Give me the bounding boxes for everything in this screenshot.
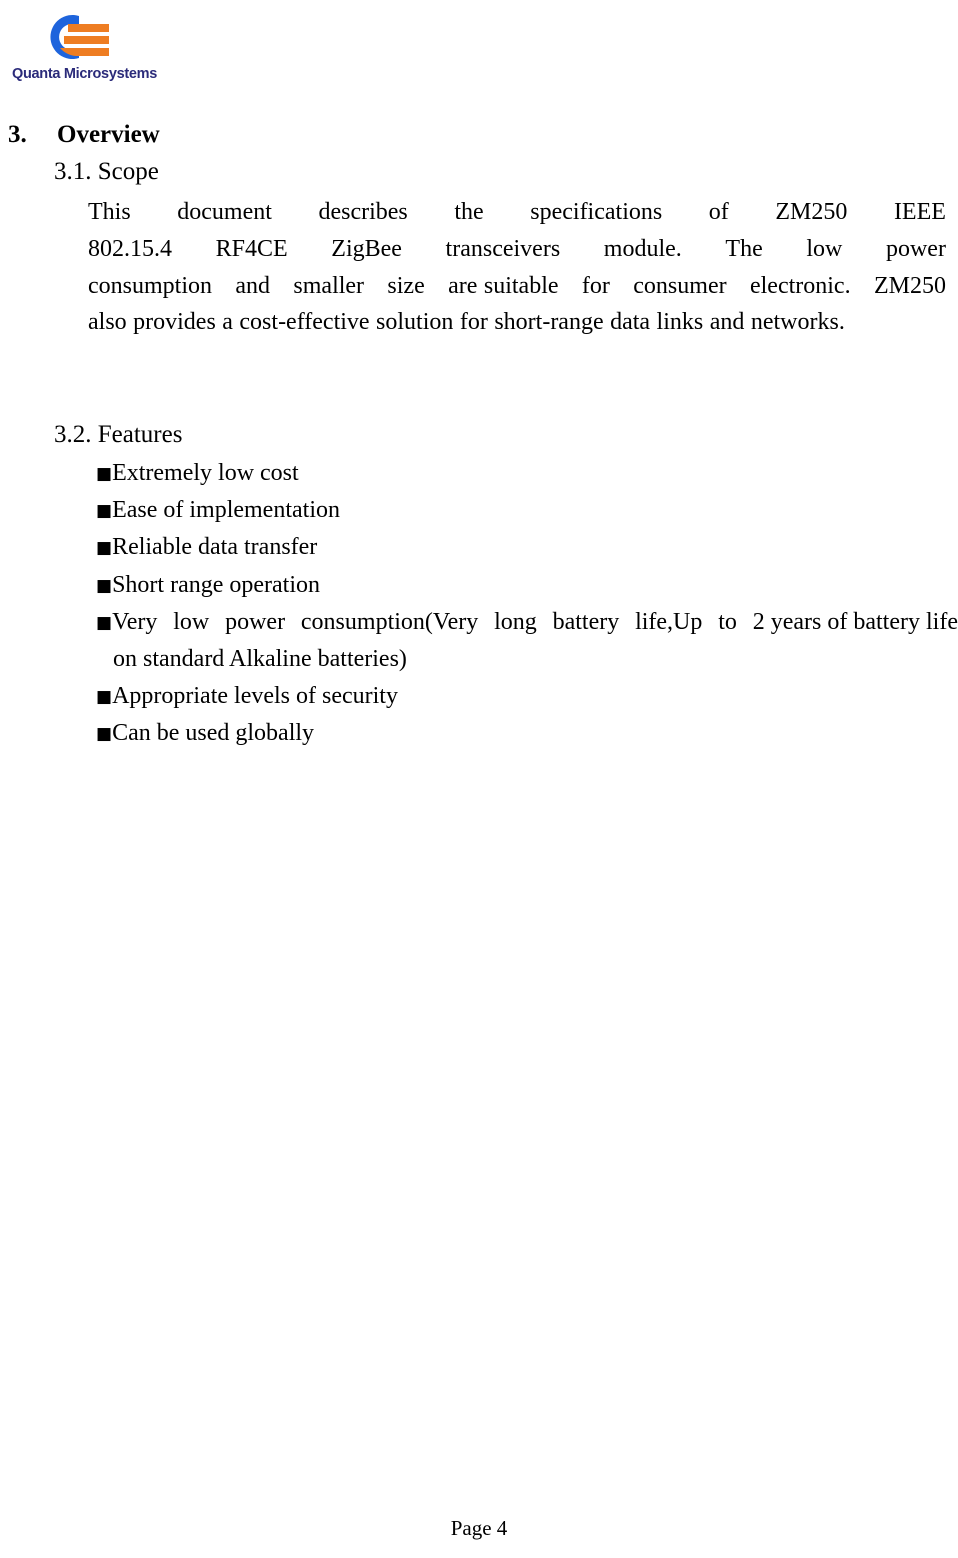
square-bullet-icon: ■ [96, 612, 113, 633]
list-item-label: Appropriate levels of security [112, 683, 398, 710]
word: IEEE [893, 199, 946, 225]
list-item: ■Ease of implementation [96, 492, 958, 529]
word: Very [112, 608, 158, 635]
word: The [725, 235, 763, 262]
square-bullet-icon: ■ [96, 464, 113, 484]
list-item: ■Very low power consumption(Very long ba… [96, 604, 958, 678]
word: specifications [530, 199, 663, 225]
scope-line-2: 802.15.4 RF4CE ZigBee transceivers modul… [88, 231, 946, 268]
word: module. [603, 235, 682, 262]
word: power [225, 608, 286, 635]
word: and [235, 272, 271, 299]
scope-heading: 3.1. Scope [54, 158, 159, 185]
word: ZM250 [873, 272, 946, 299]
list-item: ■Extremely low cost [96, 455, 958, 492]
word: size [387, 272, 425, 299]
word: This [88, 199, 131, 225]
scope-line-4: also provides a cost-effective solution … [88, 304, 946, 341]
square-bullet-icon: ■ [96, 538, 113, 559]
company-logo: Quanta Microsystems [12, 6, 232, 90]
square-bullet-icon: ■ [96, 724, 113, 745]
word: long [494, 608, 537, 635]
word: 2 years of battery life [752, 608, 958, 635]
square-bullet-icon: ■ [96, 575, 113, 596]
square-bullet-icon: ■ [96, 501, 113, 522]
list-item-line-1: ■Very low power consumption(Very long ba… [96, 604, 958, 641]
word: describes [318, 199, 408, 225]
word: RF4CE [215, 235, 288, 262]
word: consumer [633, 272, 727, 299]
features-list: ■Extremely low cost ■Ease of implementat… [96, 455, 958, 753]
word: smaller [293, 272, 365, 299]
scope-line-1: This document describes the specificatio… [88, 194, 946, 231]
word: also provides a cost-effective solution … [88, 309, 845, 336]
list-item-line-2: on standard Alkaline batteries) [113, 646, 407, 673]
word: ZM250 [775, 199, 848, 225]
list-item-label: Short range operation [112, 571, 320, 598]
square-bullet-icon: ■ [96, 687, 113, 708]
word: electronic. [749, 272, 851, 299]
list-item: ■Appropriate levels of security [96, 678, 958, 715]
features-heading: 3.2. Features [54, 421, 183, 448]
word: the [454, 199, 484, 225]
list-item: ■Short range operation [96, 567, 958, 604]
word: low [173, 608, 210, 635]
word: of [708, 199, 729, 225]
word: 802.15.4 [88, 235, 172, 262]
word: for [581, 272, 610, 299]
list-item-label: Ease of implementation [112, 497, 340, 524]
list-item-label: Can be used globally [112, 720, 315, 747]
section-number: 3. [8, 121, 27, 148]
list-item: ■Reliable data transfer [96, 529, 958, 566]
word: are suitable [448, 272, 559, 299]
word: life,Up [635, 608, 703, 635]
list-item: ■Can be used globally [96, 715, 958, 752]
list-item-label: Reliable data transfer [112, 534, 318, 561]
word: to [718, 608, 737, 635]
company-name-text: Quanta Microsystems [12, 66, 157, 82]
section-title: Overview [57, 121, 160, 148]
word: low [806, 235, 843, 262]
word: consumption [88, 272, 212, 299]
quanta-c-arc-logo-icon [24, 6, 110, 68]
word: ZigBee [331, 235, 402, 262]
page-footer: Page 4 [450, 1516, 508, 1540]
scope-paragraph: This document describes the specificatio… [88, 194, 946, 341]
word: battery [552, 608, 620, 635]
scope-line-3: consumption and smaller size are suitabl… [88, 268, 946, 305]
word: transceivers [445, 235, 561, 262]
word: consumption(Very [300, 608, 479, 635]
list-item-label: Extremely low cost [112, 460, 299, 486]
word: document [177, 199, 272, 225]
word: power [885, 235, 946, 262]
